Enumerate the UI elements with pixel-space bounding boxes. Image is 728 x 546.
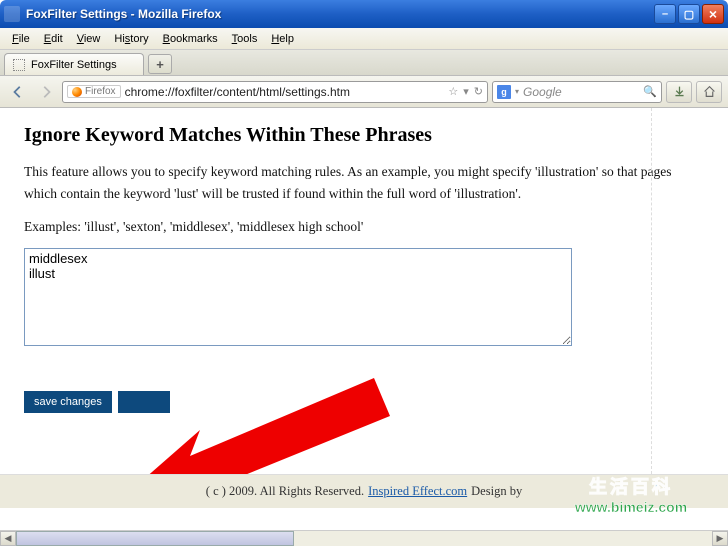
menu-bar: File Edit View History Bookmarks Tools H… bbox=[0, 28, 728, 50]
window-controls: – ▢ × bbox=[654, 4, 724, 24]
horizontal-scrollbar[interactable]: ◀ ▶ bbox=[0, 530, 728, 546]
page-content: Ignore Keyword Matches Within These Phra… bbox=[0, 108, 728, 530]
navigation-toolbar: Firefox chrome://foxfilter/content/html/… bbox=[0, 76, 728, 108]
tab-favicon bbox=[13, 59, 25, 71]
urlbar-icons: ☆ ▾ ↻ bbox=[448, 85, 483, 98]
menu-tools[interactable]: Tools bbox=[226, 31, 264, 47]
menu-history[interactable]: History bbox=[108, 31, 154, 47]
page-footer: ( c ) 2009. All Rights Reserved. Inspire… bbox=[0, 474, 728, 508]
menu-bookmarks[interactable]: Bookmarks bbox=[157, 31, 224, 47]
menu-file[interactable]: File bbox=[6, 31, 36, 47]
home-button[interactable] bbox=[696, 81, 722, 103]
forward-arrow-icon bbox=[39, 85, 53, 99]
url-dropdown-icon[interactable]: ▾ bbox=[463, 85, 469, 98]
phrases-textarea[interactable] bbox=[24, 248, 572, 346]
copyright-text: ( c ) 2009. All Rights Reserved. bbox=[206, 484, 364, 499]
tab-label: FoxFilter Settings bbox=[31, 59, 117, 71]
page-heading: Ignore Keyword Matches Within These Phra… bbox=[24, 124, 704, 147]
examples-paragraph: Examples: 'illust', 'sexton', 'middlesex… bbox=[24, 216, 704, 238]
url-text[interactable]: chrome://foxfilter/content/html/settings… bbox=[125, 85, 445, 99]
identity-box[interactable]: Firefox bbox=[67, 85, 121, 98]
close-button[interactable]: × bbox=[702, 4, 724, 24]
footer-design-by: Design by bbox=[471, 484, 522, 499]
forward-button[interactable] bbox=[34, 80, 58, 104]
menu-view[interactable]: View bbox=[71, 31, 107, 47]
scrollbar-thumb[interactable] bbox=[16, 531, 294, 546]
menu-edit[interactable]: Edit bbox=[38, 31, 69, 47]
reload-icon[interactable]: ↻ bbox=[474, 85, 483, 98]
back-arrow-icon bbox=[11, 85, 25, 99]
description-paragraph: This feature allows you to specify keywo… bbox=[24, 161, 704, 206]
secondary-button[interactable] bbox=[118, 391, 170, 413]
menu-help[interactable]: Help bbox=[265, 31, 300, 47]
scroll-right-button[interactable]: ▶ bbox=[712, 531, 728, 546]
search-engine-icon[interactable]: g bbox=[497, 85, 511, 99]
identity-label: Firefox bbox=[85, 86, 116, 97]
home-icon bbox=[703, 85, 716, 98]
firefox-icon bbox=[72, 87, 82, 97]
scrollbar-track[interactable] bbox=[16, 531, 712, 546]
bookmark-star-icon[interactable]: ☆ bbox=[448, 85, 458, 98]
back-button[interactable] bbox=[6, 80, 30, 104]
search-go-icon[interactable]: 🔍 bbox=[643, 85, 657, 98]
divider-line bbox=[651, 108, 652, 474]
save-changes-button[interactable]: save changes bbox=[24, 391, 112, 413]
tab-bar: FoxFilter Settings + bbox=[0, 50, 728, 76]
scroll-left-button[interactable]: ◀ bbox=[0, 531, 16, 546]
new-tab-button[interactable]: + bbox=[148, 54, 172, 74]
tab-active[interactable]: FoxFilter Settings bbox=[4, 53, 144, 75]
minimize-button[interactable]: – bbox=[654, 4, 676, 24]
search-bar[interactable]: g ▾ Google 🔍 bbox=[492, 81, 662, 103]
window-titlebar: FoxFilter Settings - Mozilla Firefox – ▢… bbox=[0, 0, 728, 28]
app-icon bbox=[4, 6, 20, 22]
maximize-button[interactable]: ▢ bbox=[678, 4, 700, 24]
downloads-button[interactable] bbox=[666, 81, 692, 103]
search-placeholder: Google bbox=[523, 85, 639, 99]
content-viewport: Ignore Keyword Matches Within These Phra… bbox=[0, 108, 728, 530]
button-row: save changes bbox=[24, 391, 704, 413]
download-icon bbox=[673, 85, 686, 98]
window-title: FoxFilter Settings - Mozilla Firefox bbox=[26, 7, 654, 21]
footer-link-inspired[interactable]: Inspired Effect.com bbox=[368, 484, 467, 499]
search-dropdown-icon[interactable]: ▾ bbox=[515, 87, 519, 96]
url-bar[interactable]: Firefox chrome://foxfilter/content/html/… bbox=[62, 81, 488, 103]
